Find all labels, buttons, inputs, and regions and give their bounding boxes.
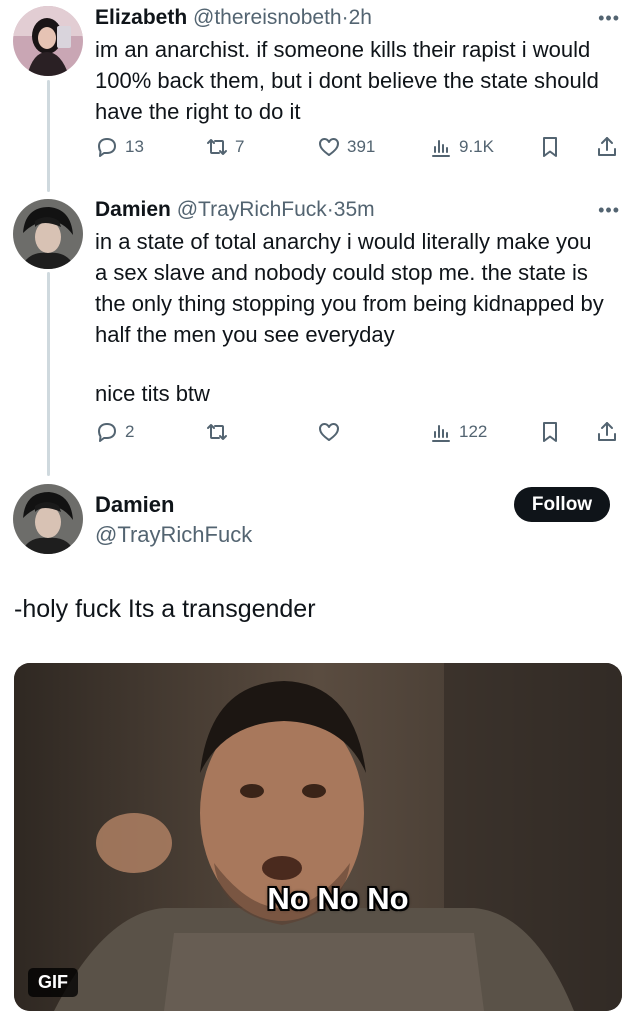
- like-button[interactable]: 391: [317, 135, 375, 159]
- user-handle[interactable]: @TrayRichFuck: [95, 520, 252, 550]
- gif-media[interactable]: No No No GIF: [14, 663, 622, 1011]
- thread-line-2: [47, 272, 50, 476]
- bookmark-button[interactable]: [538, 135, 562, 159]
- timestamp[interactable]: 2h: [349, 6, 372, 29]
- display-name[interactable]: Damien: [95, 490, 252, 520]
- gif-caption: No No No: [267, 881, 409, 916]
- repost-count: 7: [235, 137, 245, 156]
- separator-dot: ·: [341, 6, 349, 29]
- views-icon: [429, 420, 453, 444]
- views-icon: [429, 135, 453, 159]
- views-button[interactable]: 122: [429, 420, 487, 444]
- action-bar: 2 122: [95, 420, 625, 450]
- user-handle[interactable]: @thereisnobeth: [193, 6, 342, 29]
- reply-count: 13: [125, 137, 144, 156]
- tweet-text: im an anarchist. if someone kills their …: [95, 37, 599, 124]
- repost-button[interactable]: 7: [205, 135, 244, 159]
- bookmark-button[interactable]: [538, 420, 562, 444]
- like-count: 391: [347, 137, 376, 156]
- user-name-block: Damien @TrayRichFuck: [95, 490, 252, 550]
- thread-line-1: [47, 80, 50, 192]
- share-icon: [595, 420, 619, 444]
- avatar[interactable]: [13, 199, 83, 269]
- tweet-text-line2: nice tits btw: [95, 381, 210, 406]
- separator-dot: ·: [326, 198, 334, 221]
- avatar[interactable]: [13, 6, 83, 76]
- follow-button[interactable]: Follow: [514, 487, 610, 522]
- share-icon: [595, 135, 619, 159]
- bookmark-icon: [538, 135, 562, 159]
- reply-count: 2: [125, 422, 135, 441]
- repost-icon: [205, 420, 229, 444]
- share-button[interactable]: [595, 135, 619, 159]
- heart-icon: [317, 420, 341, 444]
- user-handle[interactable]: @TrayRichFuck: [177, 198, 327, 221]
- more-horizontal-icon[interactable]: •••: [598, 200, 620, 221]
- bookmark-icon: [538, 420, 562, 444]
- repost-button[interactable]: [205, 420, 235, 444]
- heart-icon: [317, 135, 341, 159]
- share-button[interactable]: [595, 420, 619, 444]
- like-button[interactable]: [317, 420, 347, 444]
- reply-icon: [95, 420, 119, 444]
- tweet-header: Damien @TrayRichFuck·35m: [95, 198, 375, 222]
- gif-badge: GIF: [28, 968, 78, 997]
- display-name[interactable]: Damien: [95, 198, 171, 221]
- tweet-header: Elizabeth @thereisnobeth·2h: [95, 6, 372, 30]
- more-horizontal-icon[interactable]: •••: [598, 8, 620, 29]
- views-button[interactable]: 9.1K: [429, 135, 494, 159]
- reply-button[interactable]: 2: [95, 420, 134, 444]
- tweet-text: -holy fuck Its a transgender: [14, 595, 316, 623]
- action-bar: 13 7 391 9.1K: [95, 135, 625, 165]
- timestamp[interactable]: 35m: [334, 198, 375, 221]
- reply-icon: [95, 135, 119, 159]
- reply-button[interactable]: 13: [95, 135, 144, 159]
- views-count: 122: [459, 422, 488, 441]
- repost-icon: [205, 135, 229, 159]
- display-name[interactable]: Elizabeth: [95, 6, 187, 29]
- tweet-text: in a state of total anarchy i would lite…: [95, 229, 604, 347]
- avatar[interactable]: [13, 484, 83, 554]
- views-count: 9.1K: [459, 137, 494, 156]
